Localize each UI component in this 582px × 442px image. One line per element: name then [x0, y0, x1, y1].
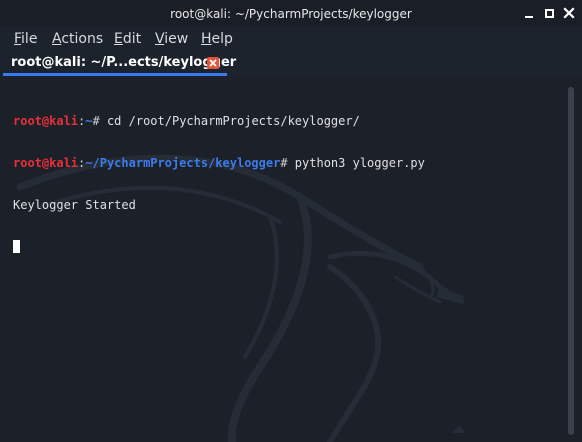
maximize-icon	[545, 9, 554, 18]
menu-edit-label: dit	[122, 31, 142, 47]
close-window-button[interactable]	[562, 6, 576, 20]
terminal-line	[13, 240, 425, 254]
window-title: root@kali: ~/PycharmProjects/keylogger	[170, 7, 412, 21]
terminal-output[interactable]: root@kali:~# cd /root/PycharmProjects/ke…	[0, 77, 582, 442]
maximize-button[interactable]	[542, 6, 556, 20]
terminal-line: root@kali:~/PycharmProjects/keylogger# p…	[13, 156, 425, 170]
terminal-lines: root@kali:~# cd /root/PycharmProjects/ke…	[13, 86, 425, 282]
menu-help-mnemonic: H	[201, 31, 212, 47]
tab-bar: root@kali: ~/P...ects/keylogger	[0, 51, 582, 77]
menu-view-mnemonic: V	[155, 31, 165, 47]
terminal-window: root@kali: ~/PycharmProjects/keylogger F…	[0, 0, 582, 442]
command-text: python3 ylogger.py	[294, 156, 425, 170]
prompt-user: root@kali	[13, 114, 79, 128]
menu-file-label: ile	[21, 31, 38, 47]
menu-help[interactable]: Help	[201, 30, 233, 48]
tab-terminal[interactable]: root@kali: ~/P...ects/keylogger	[3, 51, 236, 77]
menu-view[interactable]: View	[155, 30, 188, 48]
menu-actions[interactable]: Actions	[52, 30, 103, 48]
close-icon	[209, 59, 217, 67]
prompt-hash: #	[92, 114, 107, 128]
minimize-icon	[525, 16, 533, 18]
menu-help-label: elp	[211, 31, 233, 47]
terminal-line: root@kali:~# cd /root/PycharmProjects/ke…	[13, 114, 425, 128]
terminal-line: Keylogger Started	[13, 198, 425, 212]
output-text: Keylogger Started	[13, 198, 136, 212]
tab-label: root@kali: ~/P...ects/keylogger	[11, 55, 237, 70]
menu-bar: File Actions Edit View Help	[0, 27, 582, 51]
minimize-button[interactable]	[522, 6, 536, 20]
menu-file[interactable]: File	[14, 30, 37, 48]
text-cursor	[13, 240, 20, 253]
command-text: cd /root/PycharmProjects/keylogger/	[106, 114, 360, 128]
prompt-hash: #	[280, 156, 295, 170]
menu-edit-mnemonic: E	[114, 31, 123, 47]
tab-close-button[interactable]	[207, 57, 219, 69]
menu-view-label: iew	[164, 31, 189, 47]
scrollbar-thumb[interactable]	[568, 87, 574, 435]
prompt-user: root@kali	[13, 156, 79, 170]
vertical-scrollbar[interactable]	[568, 87, 574, 435]
menu-edit[interactable]: Edit	[114, 30, 141, 48]
prompt-path: ~/PycharmProjects/keylogger	[85, 156, 281, 170]
menu-actions-label: ctions	[61, 31, 104, 47]
menu-file-mnemonic: F	[14, 31, 22, 47]
prompt-path: ~	[85, 114, 93, 128]
menu-actions-mnemonic: A	[52, 31, 62, 47]
close-icon	[563, 7, 575, 19]
title-bar[interactable]: root@kali: ~/PycharmProjects/keylogger	[0, 0, 582, 27]
active-tab-indicator	[3, 73, 227, 76]
